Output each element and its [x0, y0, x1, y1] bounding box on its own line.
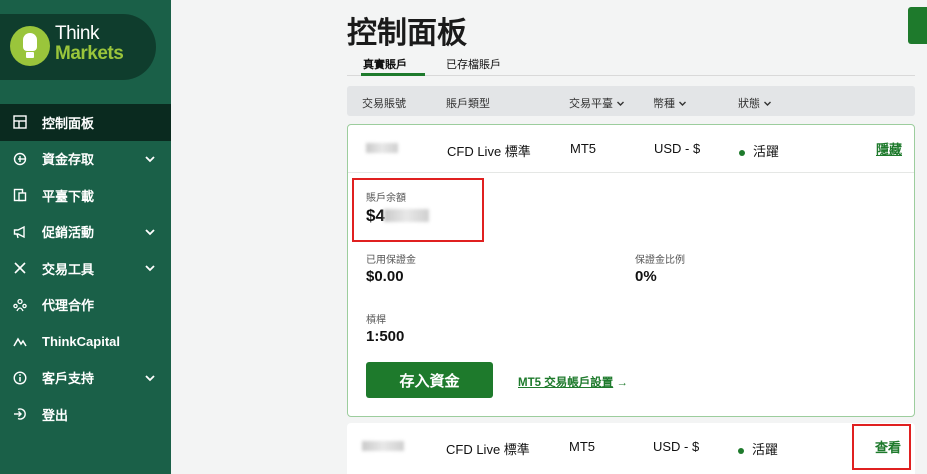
brand-markets: Markets: [55, 43, 124, 64]
header-platform-sort[interactable]: 交易平臺: [569, 95, 625, 111]
header-currency-label: 幣種: [653, 98, 675, 110]
header-account-type: 賬戶類型: [446, 98, 490, 110]
used-margin-value: $0.00: [366, 268, 404, 285]
account-currency: USD - $: [654, 141, 701, 156]
sidebar: Think Markets 控制面板 資金存取 平臺下載 促銷活動 交易工具 代…: [0, 0, 171, 474]
download-icon: [12, 187, 28, 203]
top-right-action-button[interactable]: [908, 7, 927, 44]
highlight-box-view: [852, 424, 911, 470]
sidebar-item-label: ThinkCapital: [42, 333, 121, 349]
account-tabs: 真實賬戶 已存檔賬戶: [347, 50, 915, 76]
chevron-down-icon: [145, 156, 155, 163]
sidebar-item-label: 控制面板: [42, 115, 95, 131]
account-number-redacted: [366, 143, 398, 153]
accounts-table-header: 交易賬號 賬戶類型 交易平臺 幣種 狀態: [347, 86, 915, 116]
tab-archived-accounts[interactable]: 已存檔賬戶: [446, 56, 501, 72]
margin-ratio-label: 保證金比例: [635, 255, 685, 266]
account-platform: MT5: [570, 141, 596, 156]
account-platform: MT5: [569, 439, 595, 454]
chevron-down-icon: [145, 375, 155, 382]
capital-icon: [12, 333, 28, 349]
sidebar-item-label: 代理合作: [42, 298, 95, 314]
sidebar-item-label: 資金存取: [42, 152, 95, 168]
header-status-label: 狀態: [738, 98, 760, 110]
mt5-settings-link[interactable]: MT5 交易帳戶設置 →: [518, 374, 628, 390]
sidebar-item-label: 客戶支持: [42, 371, 95, 387]
account-type: CFD Live 標準: [447, 144, 531, 159]
header-platform-label: 交易平臺: [569, 98, 613, 110]
sidebar-item-label: 交易工具: [42, 261, 95, 277]
dashboard-icon: [12, 114, 28, 130]
page-title: 控制面板: [347, 17, 467, 50]
sidebar-nav: 控制面板 資金存取 平臺下載 促銷活動 交易工具 代理合作 ThinkCapit…: [0, 104, 171, 433]
header-status-sort[interactable]: 狀態: [738, 95, 772, 111]
megaphone-icon: [12, 224, 28, 240]
sidebar-item-download[interactable]: 平臺下載: [0, 177, 171, 214]
account-card-collapsed[interactable]: CFD Live 標準 MT5 USD - $ 活躍 查看: [347, 423, 915, 474]
chevron-down-icon: [145, 265, 155, 272]
header-account-number: 交易賬號: [362, 98, 406, 110]
sidebar-item-funds[interactable]: 資金存取: [0, 141, 171, 178]
account-row[interactable]: CFD Live 標準 MT5 USD - $ 活躍 隱藏: [348, 125, 914, 173]
margin-ratio-value: 0%: [635, 268, 657, 285]
partners-icon: [12, 297, 28, 313]
arrow-right-icon: →: [616, 377, 628, 389]
deposit-funds-button[interactable]: 存入資金: [366, 362, 493, 398]
sidebar-item-thinkcapital[interactable]: ThinkCapital: [0, 323, 171, 360]
tab-live-accounts[interactable]: 真實賬戶: [363, 56, 407, 72]
logout-icon: [12, 406, 28, 422]
account-status: 活躍: [738, 439, 778, 458]
mt5-settings-label: MT5 交易帳戶設置: [518, 377, 614, 389]
account-status-label: 活躍: [753, 144, 780, 159]
header-currency-sort[interactable]: 幣種: [653, 95, 687, 111]
sidebar-item-logout[interactable]: 登出: [0, 396, 171, 433]
sidebar-item-partners[interactable]: 代理合作: [0, 287, 171, 324]
chevron-down-icon: [764, 101, 771, 106]
sidebar-item-promotions[interactable]: 促銷活動: [0, 214, 171, 251]
status-dot-icon: [739, 149, 745, 156]
wallet-icon: [12, 151, 28, 167]
chevron-down-icon: [679, 101, 686, 106]
highlight-box-balance: [352, 178, 484, 242]
account-card-expanded: CFD Live 標準 MT5 USD - $ 活躍 隱藏 賬戶余額 $4 已用…: [347, 124, 915, 417]
leverage-label: 槓桿: [366, 315, 386, 326]
account-currency: USD - $: [653, 439, 700, 454]
chevron-down-icon: [145, 229, 155, 236]
hide-account-link[interactable]: 隱藏: [876, 139, 902, 158]
account-type: CFD Live 標準: [446, 442, 530, 457]
account-number-redacted: [362, 441, 404, 451]
leverage-value: 1:500: [366, 328, 405, 345]
brand-logo[interactable]: Think Markets: [0, 14, 156, 80]
sidebar-item-trading-tools[interactable]: 交易工具: [0, 250, 171, 287]
active-tab-indicator: [361, 73, 425, 76]
used-margin-label: 已用保證金: [366, 255, 416, 266]
status-dot-icon: [738, 447, 744, 454]
sidebar-item-label: 登出: [42, 407, 69, 423]
lightbulb-icon: [10, 26, 50, 66]
brand-think: Think: [55, 23, 99, 44]
tools-icon: [12, 260, 28, 276]
info-icon: [12, 370, 28, 386]
account-status: 活躍: [739, 141, 779, 160]
sidebar-item-dashboard[interactable]: 控制面板: [0, 104, 171, 141]
sidebar-item-support[interactable]: 客戶支持: [0, 360, 171, 397]
account-status-label: 活躍: [752, 442, 779, 457]
sidebar-item-label: 促銷活動: [42, 225, 95, 241]
chevron-down-icon: [617, 101, 624, 106]
sidebar-item-label: 平臺下載: [42, 188, 95, 204]
